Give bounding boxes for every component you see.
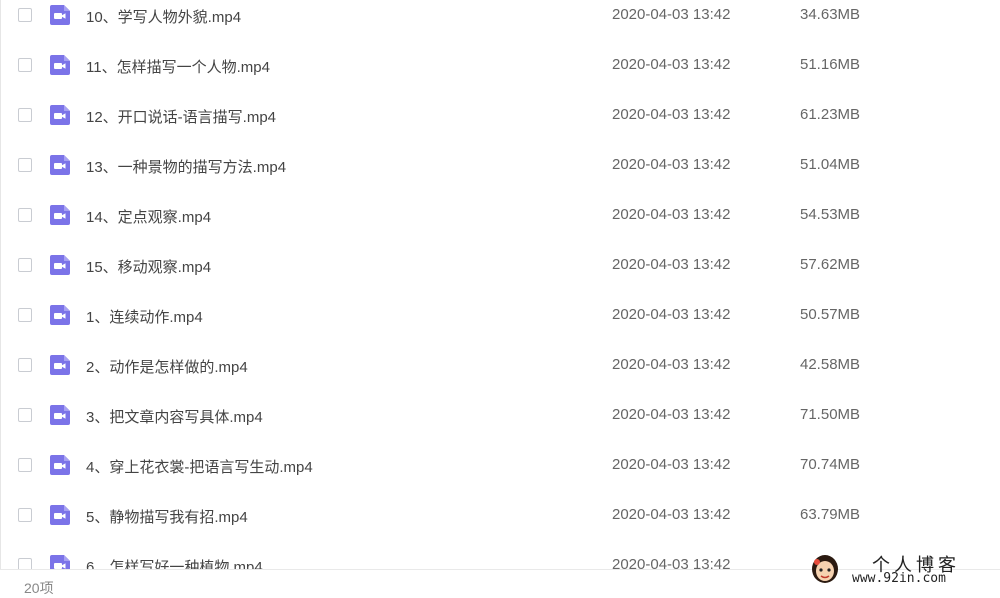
video-file-icon bbox=[49, 254, 71, 276]
file-name[interactable]: 1、连续动作.mp4 bbox=[86, 306, 203, 327]
file-date: 2020-04-03 13:42 bbox=[612, 356, 731, 373]
file-size: 57.62MB bbox=[800, 256, 861, 273]
row-checkbox[interactable] bbox=[18, 158, 32, 172]
watermark-site: www.92in.com bbox=[852, 571, 946, 586]
file-name[interactable]: 11、怎样描写一个人物.mp4 bbox=[86, 56, 270, 77]
row-checkbox[interactable] bbox=[18, 508, 32, 522]
file-row[interactable]: 12、开口说话-语言描写.mp4 2020-04-03 13:42 61.23MB bbox=[0, 91, 1000, 141]
file-size: 42.58MB bbox=[800, 356, 861, 373]
file-date: 2020-04-03 13:42 bbox=[612, 256, 731, 273]
file-name[interactable]: 10、学写人物外貌.mp4 bbox=[86, 6, 241, 27]
video-file-icon bbox=[49, 104, 71, 126]
video-file-icon bbox=[49, 204, 71, 226]
file-row[interactable]: 14、定点观察.mp4 2020-04-03 13:42 54.53MB bbox=[0, 191, 1000, 241]
file-row[interactable]: 2、动作是怎样做的.mp4 2020-04-03 13:42 42.58MB bbox=[0, 341, 1000, 391]
video-file-icon bbox=[49, 404, 71, 426]
row-checkbox[interactable] bbox=[18, 108, 32, 122]
file-name[interactable]: 12、开口说话-语言描写.mp4 bbox=[86, 106, 276, 127]
file-size: 50.57MB bbox=[800, 306, 861, 323]
file-date: 2020-04-03 13:42 bbox=[612, 506, 731, 523]
file-date: 2020-04-03 13:42 bbox=[612, 306, 731, 323]
video-file-icon bbox=[49, 4, 71, 26]
file-name[interactable]: 4、穿上花衣裳-把语言写生动.mp4 bbox=[86, 456, 313, 477]
row-checkbox[interactable] bbox=[18, 458, 32, 472]
file-size: 51.04MB bbox=[800, 156, 861, 173]
file-size: 61.23MB bbox=[800, 106, 861, 123]
file-name[interactable]: 15、移动观察.mp4 bbox=[86, 256, 211, 277]
file-row[interactable]: 15、移动观察.mp4 2020-04-03 13:42 57.62MB bbox=[0, 241, 1000, 291]
video-file-icon bbox=[49, 504, 71, 526]
file-date: 2020-04-03 13:42 bbox=[612, 56, 731, 73]
file-size: 51.16MB bbox=[800, 56, 861, 73]
file-name[interactable]: 14、定点观察.mp4 bbox=[86, 206, 211, 227]
cartoon-face-icon bbox=[810, 553, 840, 585]
file-size: 54.53MB bbox=[800, 206, 861, 223]
row-checkbox[interactable] bbox=[18, 308, 32, 322]
row-checkbox[interactable] bbox=[18, 408, 32, 422]
blog-watermark: 个人博客 www.92in.com bbox=[808, 549, 1000, 591]
row-checkbox[interactable] bbox=[18, 258, 32, 272]
file-date: 2020-04-03 13:42 bbox=[612, 6, 731, 23]
file-name[interactable]: 2、动作是怎样做的.mp4 bbox=[86, 356, 248, 377]
file-size: 71.50MB bbox=[800, 406, 861, 423]
video-file-icon bbox=[49, 454, 71, 476]
file-row[interactable]: 10、学写人物外貌.mp4 2020-04-03 13:42 34.63MB bbox=[0, 0, 1000, 41]
video-file-icon bbox=[49, 304, 71, 326]
file-size: 70.74MB bbox=[800, 456, 861, 473]
video-file-icon bbox=[49, 154, 71, 176]
file-row[interactable]: 5、静物描写我有招.mp4 2020-04-03 13:42 63.79MB bbox=[0, 491, 1000, 541]
file-size: 34.63MB bbox=[800, 6, 861, 23]
file-list: 10、学写人物外貌.mp4 2020-04-03 13:42 34.63MB 11、怎… bbox=[0, 0, 1000, 591]
row-checkbox[interactable] bbox=[18, 208, 32, 222]
file-row[interactable]: 3、把文章内容写具体.mp4 2020-04-03 13:42 71.50MB bbox=[0, 391, 1000, 441]
file-row[interactable]: 4、穿上花衣裳-把语言写生动.mp4 2020-04-03 13:42 70.74M… bbox=[0, 441, 1000, 491]
file-row[interactable]: 1、连续动作.mp4 2020-04-03 13:42 50.57MB bbox=[0, 291, 1000, 341]
file-name[interactable]: 13、一种景物的描写方法.mp4 bbox=[86, 156, 286, 177]
item-count: 20项 bbox=[24, 580, 54, 596]
file-name[interactable]: 5、静物描写我有招.mp4 bbox=[86, 506, 248, 527]
file-date: 2020-04-03 13:42 bbox=[612, 106, 731, 123]
file-date: 2020-04-03 13:42 bbox=[612, 156, 731, 173]
file-date: 2020-04-03 13:42 bbox=[612, 406, 731, 423]
file-row[interactable]: 11、怎样描写一个人物.mp4 2020-04-03 13:42 51.16MB bbox=[0, 41, 1000, 91]
video-file-icon bbox=[49, 54, 71, 76]
file-date: 2020-04-03 13:42 bbox=[612, 206, 731, 223]
file-row[interactable]: 13、一种景物的描写方法.mp4 2020-04-03 13:42 51.04MB bbox=[0, 141, 1000, 191]
file-date: 2020-04-03 13:42 bbox=[612, 456, 731, 473]
row-checkbox[interactable] bbox=[18, 8, 32, 22]
row-checkbox[interactable] bbox=[18, 58, 32, 72]
file-size: 63.79MB bbox=[800, 506, 861, 523]
video-file-icon bbox=[49, 354, 71, 376]
file-name[interactable]: 3、把文章内容写具体.mp4 bbox=[86, 406, 263, 427]
row-checkbox[interactable] bbox=[18, 358, 32, 372]
